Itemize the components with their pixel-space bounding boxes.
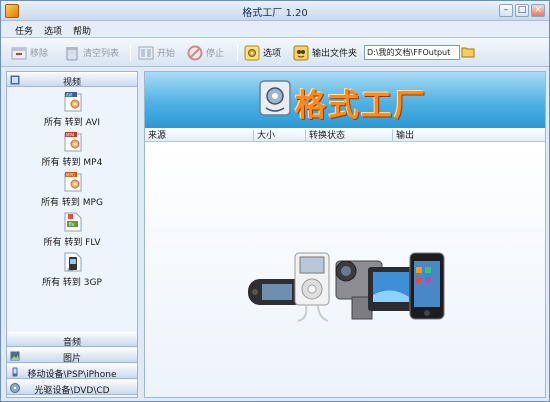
format-mpg-label: 所有 转到 MPG [41,198,103,208]
category-sidebar: 视频 AVI 所有 转到 AVI MP4 所有 转到 MP4 MPG 所有 转到… [6,71,138,398]
clear-list-button[interactable]: 清空列表 [64,43,119,62]
3gp-badge: 3GP [67,268,74,272]
3gp-file-icon: 3GP [64,252,82,272]
format-mpg-item[interactable]: MPG 所有 转到 MPG [7,170,137,210]
output-folder-button[interactable]: 输出文件夹 [293,43,357,62]
media-player-device-icon [368,267,414,311]
mp4-badge: MP4 [66,133,75,138]
category-video-header[interactable]: 视频 [7,72,137,88]
menu-task[interactable]: 任务 [15,24,33,37]
maximize-button[interactable]: □ [515,4,529,17]
flv-badge: flv [69,222,75,228]
window-title: 格式工厂 1.20 [242,8,308,19]
format-flv-item[interactable]: flv 所有 转到 FLV [7,210,137,250]
start-icon [138,46,154,59]
category-mobile-header[interactable]: 移动设备\PSP\iPhone [7,364,137,380]
remove-icon [11,47,27,59]
avi-file-icon: AVI [64,92,82,112]
column-output[interactable]: 输出 [393,130,545,142]
category-mobile-label: 移动设备\PSP\iPhone [27,370,117,380]
format-3gp-label: 所有 转到 3GP [42,278,102,288]
options-icon [244,45,260,60]
output-folder-label: 输出文件夹 [312,49,358,59]
category-image-header[interactable]: 图片 [7,348,137,364]
mpg-file-icon: MPG [64,172,82,192]
task-list-header: 来源 大小 转换状态 输出 [145,130,545,142]
remove-label: 移除 [30,49,49,59]
menu-help[interactable]: 帮助 [73,24,91,37]
menu-bar: 任务 选项 帮助 [1,21,549,38]
start-button[interactable]: 开始 [138,43,175,62]
column-source[interactable]: 来源 [145,130,254,142]
flv-file-icon: flv [64,212,82,232]
app-window: 格式工厂 1.20 – □ × 任务 选项 帮助 移除 清空列表 开始 停止 选… [0,0,550,402]
category-audio-header[interactable]: 音频 [7,332,137,348]
banner-title: 格式工厂 [295,88,427,124]
format-3gp-item[interactable]: 3GP 所有 转到 3GP [7,250,137,290]
task-list[interactable] [145,143,545,397]
format-factory-logo-icon [259,80,291,116]
browse-folder-button[interactable] [461,45,475,62]
category-video-label: 视频 [62,78,81,88]
category-disc-label: 光驱设备\DVD\CD [34,386,110,396]
output-path-field[interactable]: D:\我的文档\FFOutput [364,45,460,60]
avi-badge: AVI [66,93,72,98]
column-size[interactable]: 大小 [254,130,306,142]
remove-button[interactable]: 移除 [11,43,48,62]
toolbar: 移除 清空列表 开始 停止 选项 输出文件夹 D:\我的文档\FFOutput [1,38,549,67]
format-mp4-label: 所有 转到 MP4 [41,158,103,168]
stop-button[interactable]: 停止 [187,43,224,62]
brand-banner: 格式工厂 [145,72,545,128]
folder-icon [461,47,475,58]
output-folder-icon [293,45,309,60]
menu-options[interactable]: 选项 [44,24,62,37]
column-status[interactable]: 转换状态 [306,130,393,142]
mpg-badge: MPG [66,173,75,178]
iphone-device-icon [409,252,445,320]
stop-label: 停止 [206,49,225,59]
start-label: 开始 [157,49,176,59]
format-mp4-item[interactable]: MP4 所有 转到 MP4 [7,130,137,170]
stop-icon [187,45,203,60]
title-bar[interactable]: 格式工厂 1.20 – □ × [1,1,549,21]
format-avi-label: 所有 转到 AVI [43,118,101,128]
close-button[interactable]: × [531,4,545,17]
trash-icon [66,46,78,60]
task-area: 格式工厂 来源 大小 转换状态 输出 [144,71,546,398]
clear-list-label: 清空列表 [83,49,120,59]
ipod-device-icon [294,252,330,322]
category-disc-header[interactable]: 光驱设备\DVD\CD [7,380,137,396]
format-avi-item[interactable]: AVI 所有 转到 AVI [7,90,137,130]
options-button[interactable]: 选项 [244,43,281,62]
category-audio-label: 音频 [62,338,81,348]
options-label: 选项 [263,49,282,59]
mp4-file-icon: MP4 [64,132,82,152]
toolbar-separator [130,44,131,61]
devices-illustration [248,252,445,322]
category-image-label: 图片 [62,354,81,364]
toolbar-separator [237,44,238,61]
format-flv-label: 所有 转到 FLV [43,238,101,248]
minimize-button[interactable]: – [499,4,513,17]
